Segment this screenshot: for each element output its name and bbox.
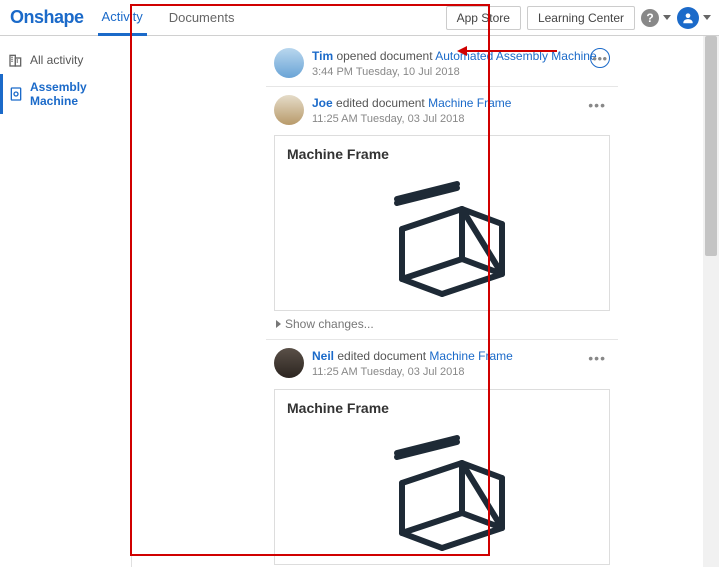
preview-thumbnail: [287, 418, 597, 558]
feed-user-link[interactable]: Joe: [312, 96, 333, 110]
feed-item-text: Joe edited document Machine Frame 11:25 A…: [312, 95, 511, 127]
header-left: Onshape Activity Documents: [10, 0, 256, 36]
feed-action-text: edited document: [333, 96, 428, 110]
building-icon: [8, 52, 24, 68]
feed-timestamp: 3:44 PM Tuesday, 10 Jul 2018: [312, 65, 597, 80]
activity-feed: Tim opened document Automated Assembly M…: [266, 36, 618, 567]
chevron-right-icon: [276, 320, 281, 328]
chevron-down-icon: [703, 15, 711, 20]
feed-item-menu-button[interactable]: •••: [584, 95, 610, 115]
user-avatar-icon: [677, 7, 699, 29]
sidebar-item-label: Assembly Machine: [30, 80, 123, 108]
feed-item: Joe edited document Machine Frame 11:25 A…: [266, 86, 618, 339]
feed-item-head: Neil edited document Machine Frame 11:25 …: [274, 348, 610, 380]
feed-item-menu-button[interactable]: •••: [584, 348, 610, 368]
help-menu[interactable]: ?: [641, 9, 671, 27]
preview-title: Machine Frame: [287, 400, 597, 416]
feed-action-text: edited document: [334, 349, 429, 363]
main-content: Tim opened document Automated Assembly M…: [132, 36, 719, 567]
feed-document-link[interactable]: Machine Frame: [429, 349, 512, 363]
chevron-down-icon: [663, 15, 671, 20]
feed-timestamp: 11:25 AM Tuesday, 03 Jul 2018: [312, 365, 513, 380]
sidebar: All activity Assembly Machine: [0, 36, 132, 567]
scrollbar[interactable]: [703, 36, 719, 567]
feed-document-link[interactable]: Machine Frame: [428, 96, 511, 110]
body: All activity Assembly Machine Tim opened…: [0, 36, 719, 567]
tab-activity[interactable]: Activity: [98, 0, 147, 36]
preview-card[interactable]: Machine Frame: [274, 135, 610, 311]
show-changes-toggle[interactable]: Show changes...: [274, 311, 610, 333]
feed-item-menu-button[interactable]: •••: [590, 48, 610, 68]
help-icon: ?: [641, 9, 659, 27]
user-avatar[interactable]: [274, 348, 304, 378]
preview-thumbnail: [287, 164, 597, 304]
feed-item-text: Neil edited document Machine Frame 11:25 …: [312, 348, 513, 380]
feed-timestamp: 11:25 AM Tuesday, 03 Jul 2018: [312, 112, 511, 127]
tab-documents[interactable]: Documents: [165, 0, 239, 36]
logo[interactable]: Onshape: [10, 7, 84, 28]
ellipsis-icon: •••: [588, 350, 606, 366]
app-store-button[interactable]: App Store: [446, 6, 521, 30]
ellipsis-icon: •••: [592, 51, 607, 66]
ellipsis-icon: •••: [588, 97, 606, 113]
feed-user-link[interactable]: Tim: [312, 49, 333, 63]
feed-item-text: Tim opened document Automated Assembly M…: [312, 48, 597, 80]
preview-title: Machine Frame: [287, 146, 597, 162]
feed-item: Tim opened document Automated Assembly M…: [266, 40, 618, 86]
preview-card[interactable]: Machine Frame: [274, 389, 610, 565]
user-avatar[interactable]: [274, 95, 304, 125]
user-avatar[interactable]: [274, 48, 304, 78]
feed-action-text: opened document: [333, 49, 435, 63]
sidebar-item-assembly-machine[interactable]: Assembly Machine: [0, 74, 131, 114]
feed-document-link[interactable]: Automated Assembly Machine: [435, 49, 596, 63]
feed-user-link[interactable]: Neil: [312, 349, 334, 363]
feed-item-head: Joe edited document Machine Frame 11:25 A…: [274, 95, 610, 127]
user-menu[interactable]: [677, 7, 711, 29]
scrollbar-thumb[interactable]: [705, 36, 717, 256]
feed-item: Neil edited document Machine Frame 11:25 …: [266, 339, 618, 567]
nav-tabs: Activity Documents: [98, 0, 257, 36]
learning-center-button[interactable]: Learning Center: [527, 6, 635, 30]
sidebar-item-all-activity[interactable]: All activity: [0, 46, 131, 74]
app-header: Onshape Activity Documents App Store Lea…: [0, 0, 719, 36]
document-icon: [8, 86, 24, 102]
show-changes-label: Show changes...: [285, 317, 374, 331]
sidebar-item-label: All activity: [30, 53, 83, 67]
feed-item-head: Tim opened document Automated Assembly M…: [274, 48, 610, 80]
header-right: App Store Learning Center ?: [446, 6, 711, 30]
